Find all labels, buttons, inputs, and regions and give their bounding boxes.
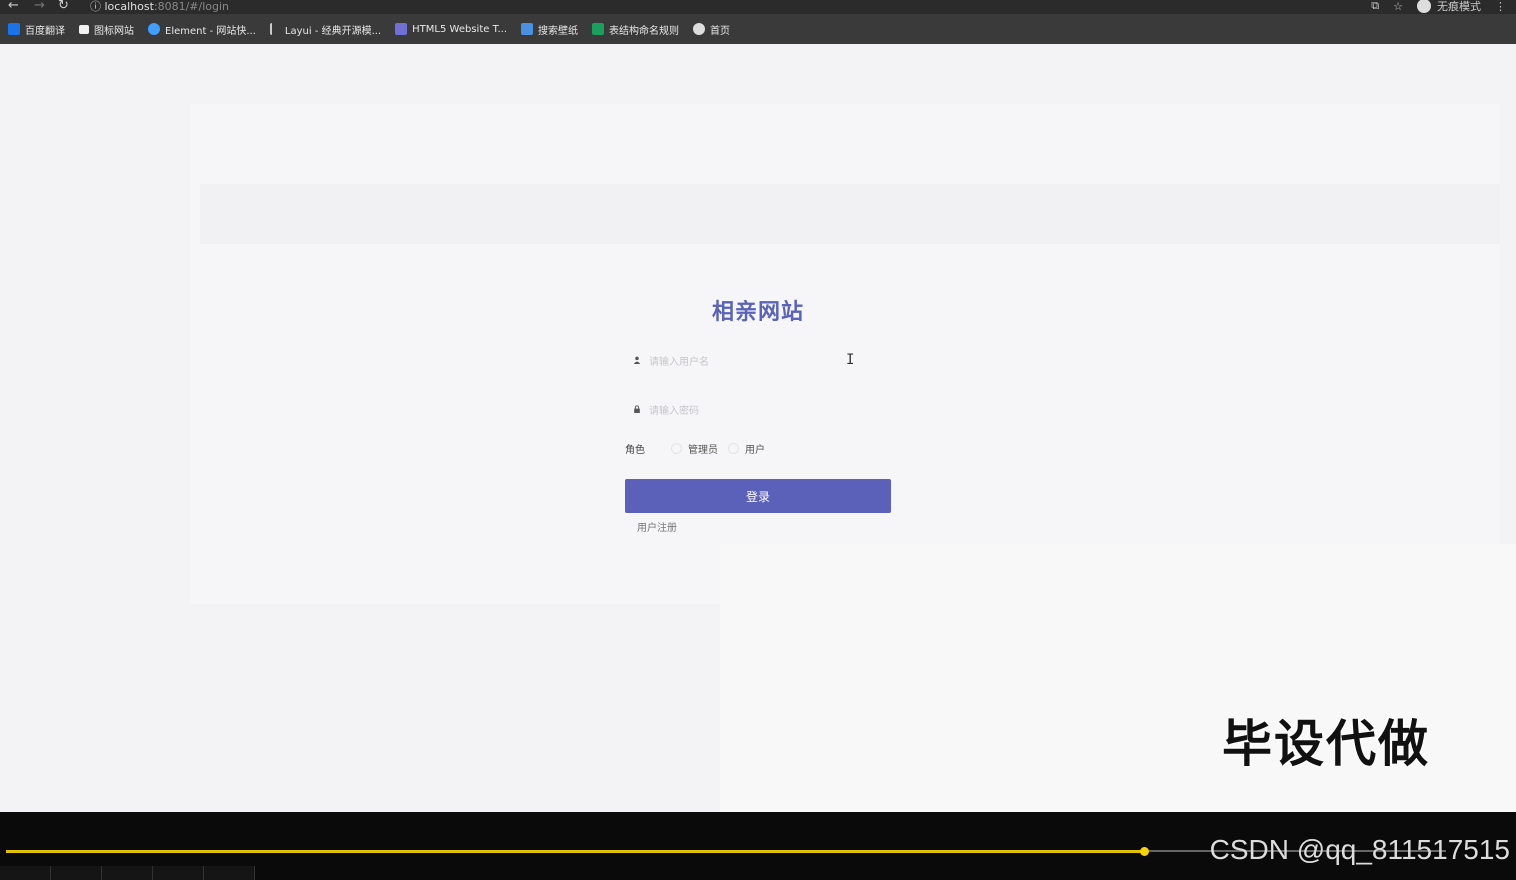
bookmark-label: Element - 网站快... xyxy=(165,25,256,37)
control-button[interactable] xyxy=(51,866,102,880)
register-link[interactable]: 用户注册 xyxy=(637,519,891,534)
table-icon xyxy=(592,23,605,35)
control-button[interactable] xyxy=(102,866,153,880)
control-button[interactable] xyxy=(204,866,255,880)
bookmark-label: 图标网站 xyxy=(94,25,134,37)
radio-circle[interactable] xyxy=(728,442,739,454)
bookmark-item[interactable]: HTML5 Website T... xyxy=(395,23,507,35)
user-icon xyxy=(633,356,641,364)
role-selector: 角色 管理员 用户 xyxy=(625,438,891,458)
star-icon[interactable]: ☆ xyxy=(1393,0,1403,13)
password-placeholder: 请输入密码 xyxy=(649,405,699,417)
role-radio-admin[interactable]: 管理员 xyxy=(671,441,718,456)
video-player-bar: CSDN @qq_811517515 xyxy=(0,812,1516,880)
bookmark-label: Layui - 经典开源模... xyxy=(284,25,382,37)
baidu-translate-icon xyxy=(8,23,20,35)
wallpaper-icon xyxy=(521,23,534,35)
login-form: 相亲网站 请输入用户名 请输入密码 角色 管理员 用户 登录 用户注册 xyxy=(625,294,891,534)
control-button[interactable] xyxy=(0,866,51,880)
incognito-indicator[interactable]: 无痕模式 xyxy=(1417,0,1481,14)
role-option-label: 管理员 xyxy=(688,444,718,456)
csdn-watermark: CSDN @qq_811517515 xyxy=(1209,834,1510,865)
lock-icon xyxy=(634,405,640,413)
bookmark-label: 首页 xyxy=(710,25,731,37)
role-label: 角色 xyxy=(625,444,645,456)
role-option-label: 用户 xyxy=(745,444,765,456)
translate-icon[interactable]: ⧉ xyxy=(1371,0,1379,13)
bookmark-label: 百度翻译 xyxy=(25,25,65,37)
html5-icon xyxy=(395,23,408,35)
role-radio-user[interactable]: 用户 xyxy=(728,441,765,456)
incognito-label: 无痕模式 xyxy=(1437,0,1481,13)
progress-fill[interactable] xyxy=(6,850,1144,853)
flag-icon xyxy=(79,24,89,34)
browser-toolbar: ← → ↻ ⓘ localhost:8081/#/login ⧉ ☆ 无痕模式 … xyxy=(0,0,1516,14)
bookmark-item[interactable]: 搜索壁纸 xyxy=(521,22,578,37)
page-title: 相亲网站 xyxy=(711,300,804,325)
element-icon xyxy=(148,23,160,35)
radio-circle[interactable] xyxy=(671,442,682,454)
bookmark-label: 表结构命名规则 xyxy=(609,25,680,37)
bookmark-item[interactable]: 首页 xyxy=(693,22,730,37)
player-controls xyxy=(0,866,1516,880)
bookmark-item[interactable]: 图标网站 xyxy=(79,22,134,37)
incognito-avatar-icon xyxy=(1417,0,1431,13)
bookmark-item[interactable]: Layui - 经典开源模... xyxy=(269,22,382,37)
watermark-text: 毕设代做 xyxy=(1222,715,1430,773)
password-field[interactable]: 请输入密码 xyxy=(625,389,891,429)
text-cursor-icon: I xyxy=(846,352,855,368)
url-path: :8081/#/login xyxy=(153,0,230,13)
back-icon[interactable]: ← xyxy=(8,0,19,13)
info-icon: ⓘ xyxy=(90,0,101,13)
address-bar[interactable]: ⓘ localhost:8081/#/login xyxy=(90,0,229,14)
bookmark-label: 搜索壁纸 xyxy=(538,25,579,37)
bookmarks-bar: 百度翻译 图标网站 Element - 网站快... Layui - 经典开源模… xyxy=(0,14,1516,44)
globe-icon xyxy=(693,23,706,35)
bookmark-item[interactable]: Element - 网站快... xyxy=(148,22,256,37)
progress-knob[interactable] xyxy=(1140,847,1149,856)
url-host: localhost xyxy=(104,0,154,13)
layui-icon xyxy=(269,23,280,35)
forward-icon[interactable]: → xyxy=(34,0,45,13)
bookmark-item[interactable]: 百度翻译 xyxy=(8,22,65,37)
menu-icon[interactable]: ⋮ xyxy=(1495,0,1506,13)
login-button[interactable]: 登录 xyxy=(625,479,891,513)
bookmark-item[interactable]: 表结构命名规则 xyxy=(592,22,679,37)
control-button[interactable] xyxy=(153,866,204,880)
bookmark-label: HTML5 Website T... xyxy=(412,23,508,35)
page-viewport: 相亲网站 请输入用户名 请输入密码 角色 管理员 用户 登录 用户注册 I 毕设… xyxy=(0,44,1516,812)
reload-icon[interactable]: ↻ xyxy=(58,0,69,13)
background-ghost xyxy=(200,184,1500,244)
username-placeholder: 请输入用户名 xyxy=(649,356,709,368)
